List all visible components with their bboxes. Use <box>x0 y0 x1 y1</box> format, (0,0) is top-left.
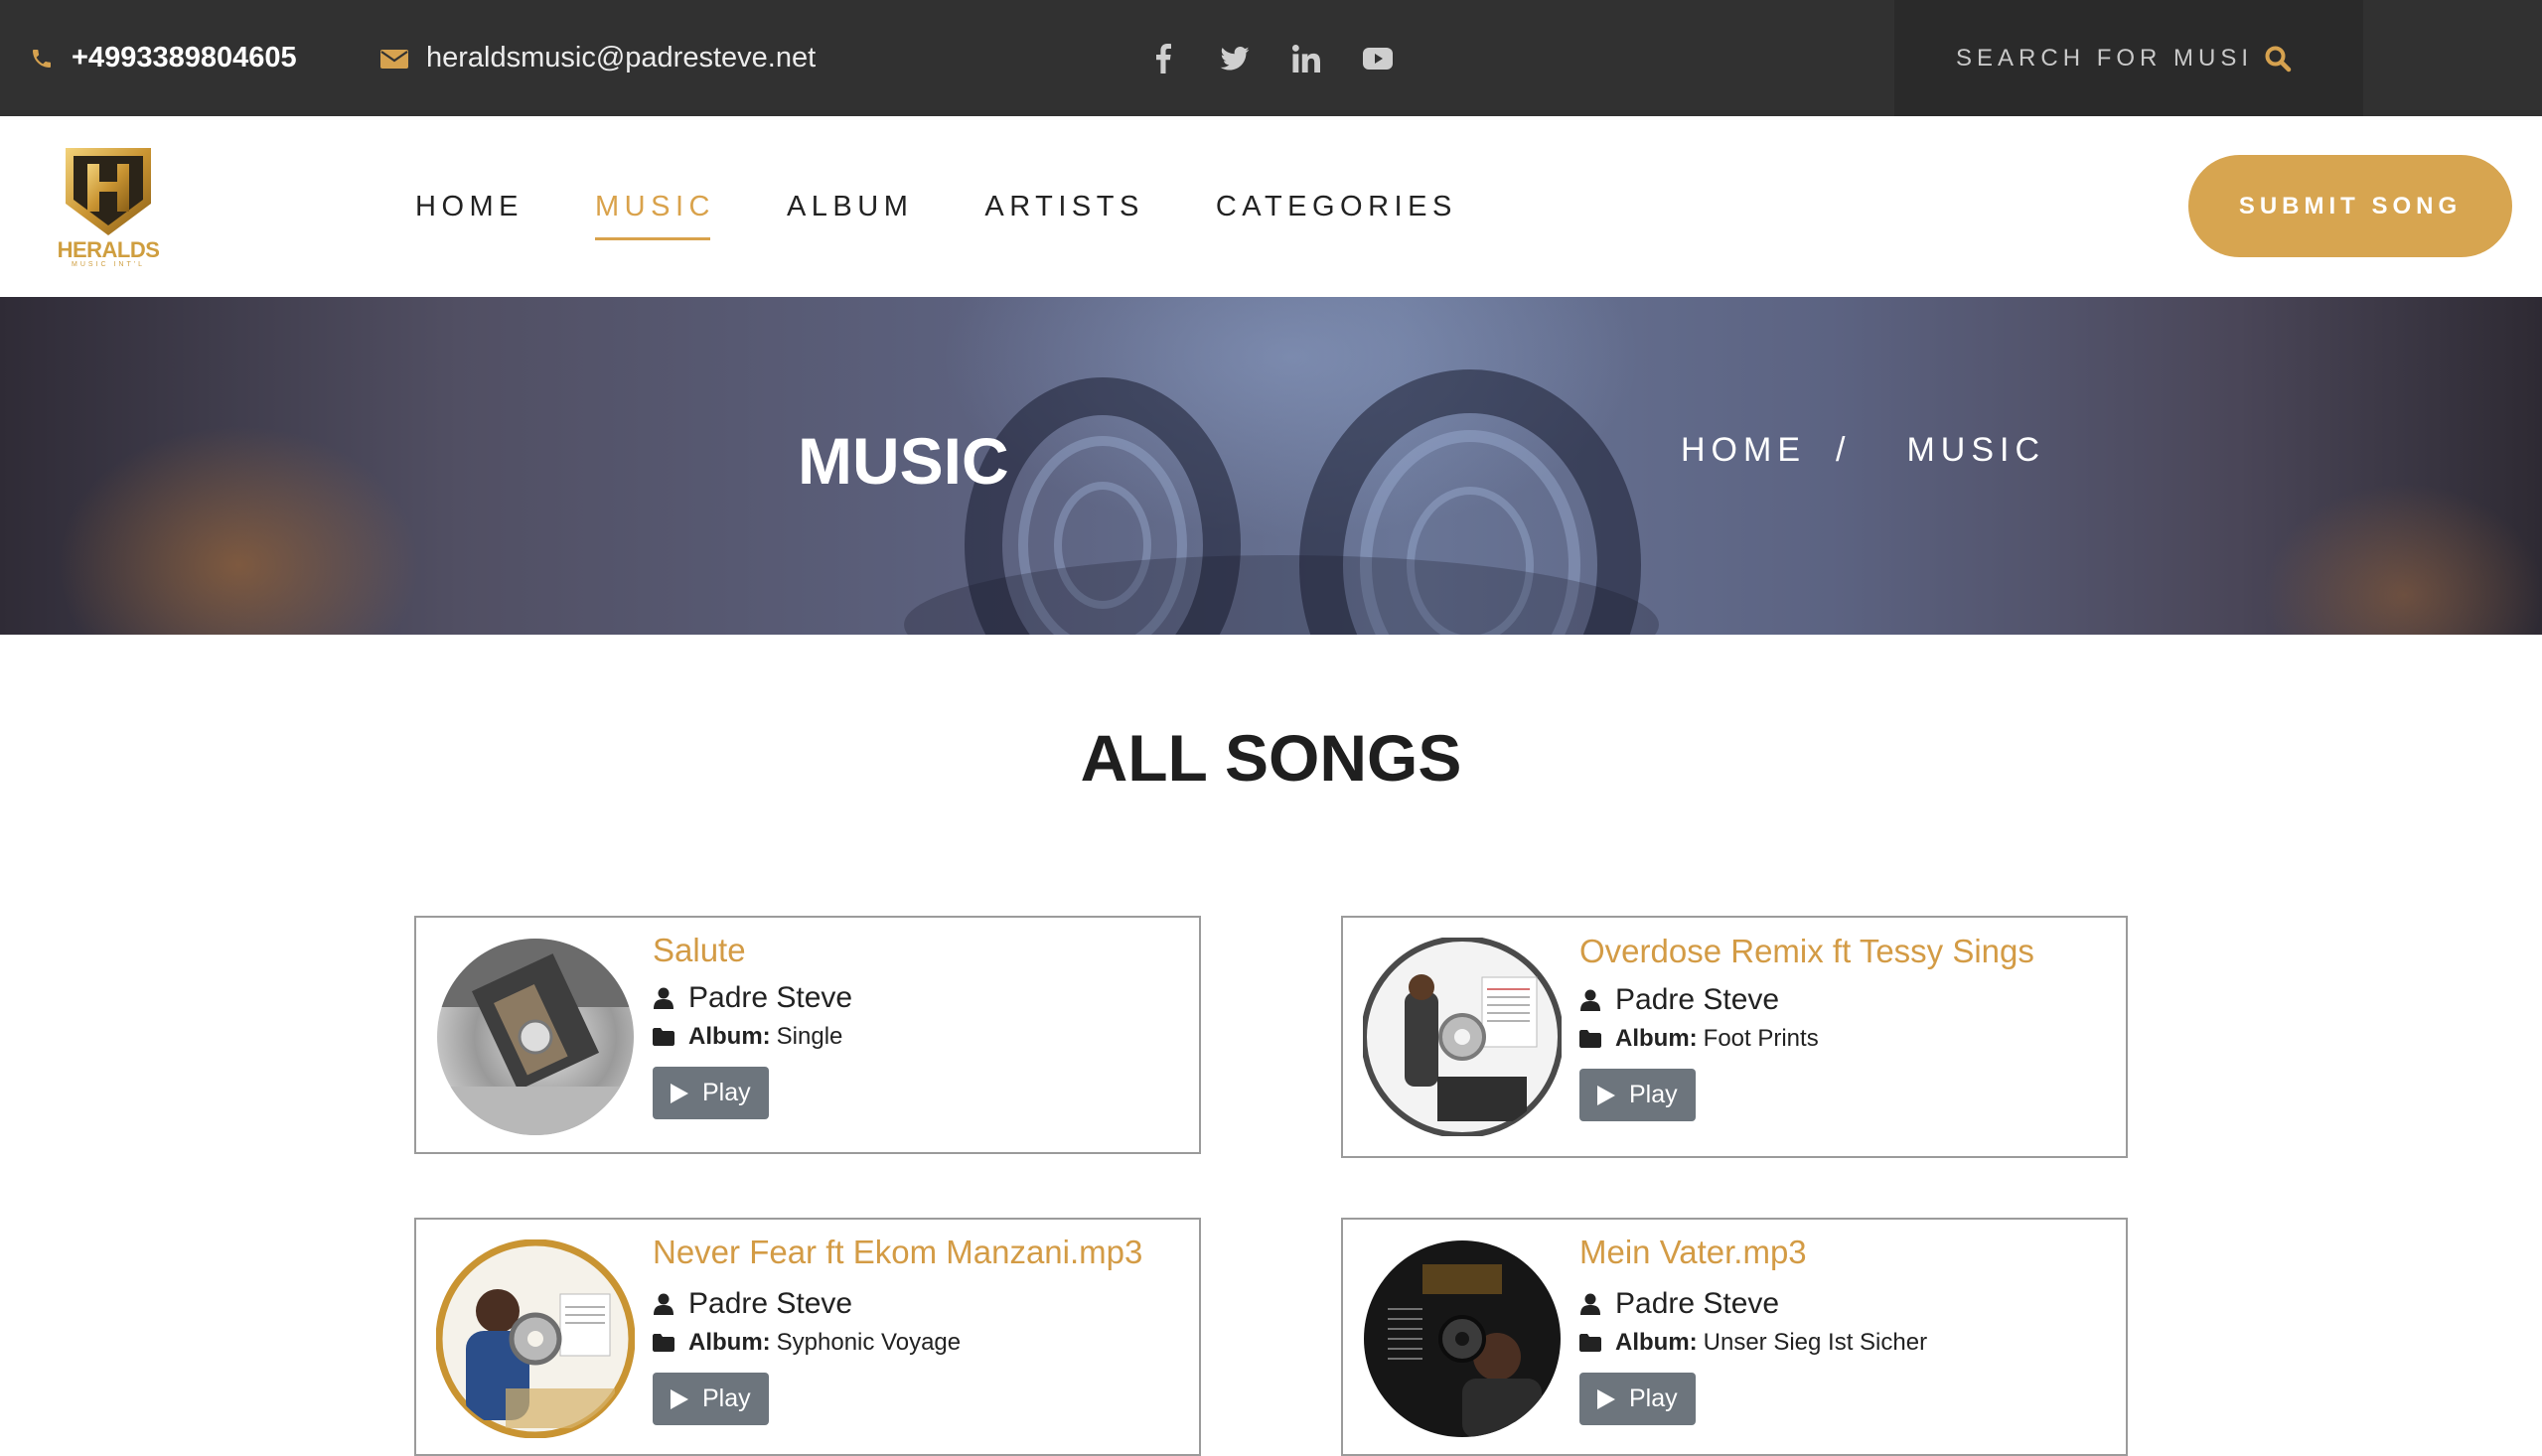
folder-icon <box>653 1028 674 1046</box>
song-artist: Padre Steve <box>1579 983 1779 1017</box>
facebook-icon[interactable] <box>1147 43 1179 74</box>
song-title-link[interactable]: Overdose Remix ft Tessy Sings <box>1579 933 2034 969</box>
album-cover-image[interactable] <box>1363 1239 1562 1438</box>
nav-categories[interactable]: CATEGORIES <box>1216 192 1457 221</box>
folder-icon <box>1579 1334 1601 1352</box>
section-heading: ALL SONGS <box>1080 721 1462 795</box>
album-cover-image[interactable] <box>435 1238 636 1439</box>
album-label: Album: <box>688 1329 771 1356</box>
breadcrumb-home-link[interactable]: HOME <box>1681 433 1806 467</box>
song-album: Album: Single <box>653 1023 842 1051</box>
folder-icon <box>653 1334 674 1352</box>
nav-links: HOME MUSIC ALBUM ARTISTS CATEGORIES <box>415 116 1529 297</box>
folder-icon <box>1579 1030 1601 1048</box>
play-icon <box>671 1388 688 1409</box>
nav-music[interactable]: MUSIC <box>595 192 715 240</box>
song-card: Never Fear ft Ekom Manzani.mp3 Padre Ste… <box>414 1218 1201 1456</box>
breadcrumb-separator: / <box>1836 431 1852 469</box>
nav-artists[interactable]: ARTISTS <box>984 192 1143 221</box>
album-name: Unser Sieg Ist Sicher <box>1703 1329 1928 1356</box>
song-album: Album: Syphonic Voyage <box>653 1329 961 1357</box>
email-address: heraldsmusic@padresteve.net <box>426 42 817 73</box>
search-input[interactable] <box>1954 43 2252 73</box>
artist-name: Padre Steve <box>1615 1287 1780 1320</box>
song-artist: Padre Steve <box>653 981 852 1015</box>
song-artist: Padre Steve <box>653 1287 852 1321</box>
artist-name: Padre Steve <box>688 981 853 1014</box>
logo-shield-icon <box>66 148 151 235</box>
album-cover-image[interactable] <box>436 938 635 1136</box>
album-label: Album: <box>688 1023 771 1050</box>
page-hero-banner: MUSIC HOME / MUSIC <box>0 297 2542 635</box>
contact-email[interactable]: heraldsmusic@padresteve.net <box>380 0 816 116</box>
nav-album[interactable]: ALBUM <box>787 192 913 221</box>
user-icon <box>1579 989 1601 1011</box>
song-artist: Padre Steve <box>1579 1287 1779 1321</box>
linkedin-icon[interactable] <box>1290 43 1322 74</box>
play-icon <box>671 1083 688 1103</box>
phone-number: +4993389804605 <box>72 42 297 73</box>
song-title-link[interactable]: Never Fear ft Ekom Manzani.mp3 <box>653 1234 1142 1270</box>
song-card: Mein Vater.mp3 Padre Steve Album: Unser … <box>1341 1218 2128 1456</box>
song-album: Album: Unser Sieg Ist Sicher <box>1579 1329 1927 1357</box>
twitter-icon[interactable] <box>1219 43 1251 74</box>
breadcrumb: HOME / MUSIC <box>1681 433 2045 467</box>
social-links <box>1147 0 1394 116</box>
submit-song-button[interactable]: SUBMIT SONG <box>2188 155 2512 257</box>
search-icon[interactable] <box>2264 45 2292 73</box>
album-name: Syphonic Voyage <box>776 1329 962 1356</box>
artist-name: Padre Steve <box>688 1287 853 1320</box>
nav-home[interactable]: HOME <box>415 192 523 221</box>
user-icon <box>653 1293 674 1315</box>
song-card: Overdose Remix ft Tessy Sings Padre Stev… <box>1341 916 2128 1158</box>
page-title: MUSIC <box>798 424 1009 498</box>
play-button[interactable]: Play <box>653 1067 769 1119</box>
play-label: Play <box>1629 1081 1678 1108</box>
album-cover-image[interactable] <box>1361 936 1564 1138</box>
play-button[interactable]: Play <box>653 1373 769 1425</box>
logo-tagline: MUSIC INT'L <box>71 261 145 268</box>
play-label: Play <box>702 1384 751 1412</box>
album-label: Album: <box>1615 1329 1698 1356</box>
play-label: Play <box>1629 1384 1678 1412</box>
user-icon <box>653 987 674 1009</box>
top-bar: +4993389804605 heraldsmusic@padresteve.n… <box>0 0 2542 116</box>
headphones-background-image <box>904 369 1659 635</box>
phone-icon <box>30 47 54 71</box>
logo[interactable]: HERALDS MUSIC INT'L <box>50 144 167 268</box>
contact-phone[interactable]: +4993389804605 <box>30 0 297 116</box>
breadcrumb-current: MUSIC <box>1906 431 2046 469</box>
song-card: Salute Padre Steve Album: Single Play <box>414 916 1201 1154</box>
user-icon <box>1579 1293 1601 1315</box>
search-box <box>1894 0 2363 116</box>
envelope-icon <box>380 48 408 70</box>
play-icon <box>1597 1388 1615 1409</box>
song-title-link[interactable]: Mein Vater.mp3 <box>1579 1234 1807 1270</box>
album-label: Album: <box>1615 1025 1698 1052</box>
logo-wordmark: HERALDS <box>57 237 160 262</box>
album-name: Single <box>776 1023 843 1050</box>
play-icon <box>1597 1085 1615 1105</box>
youtube-icon[interactable] <box>1362 43 1394 74</box>
album-name: Foot Prints <box>1703 1025 1819 1052</box>
song-album: Album: Foot Prints <box>1579 1025 1819 1053</box>
song-title-link[interactable]: Salute <box>653 932 746 968</box>
main-navbar: HERALDS MUSIC INT'L HOME MUSIC ALBUM ART… <box>0 116 2542 297</box>
artist-name: Padre Steve <box>1615 983 1780 1016</box>
play-button[interactable]: Play <box>1579 1373 1696 1425</box>
play-button[interactable]: Play <box>1579 1069 1696 1121</box>
play-label: Play <box>702 1079 751 1106</box>
